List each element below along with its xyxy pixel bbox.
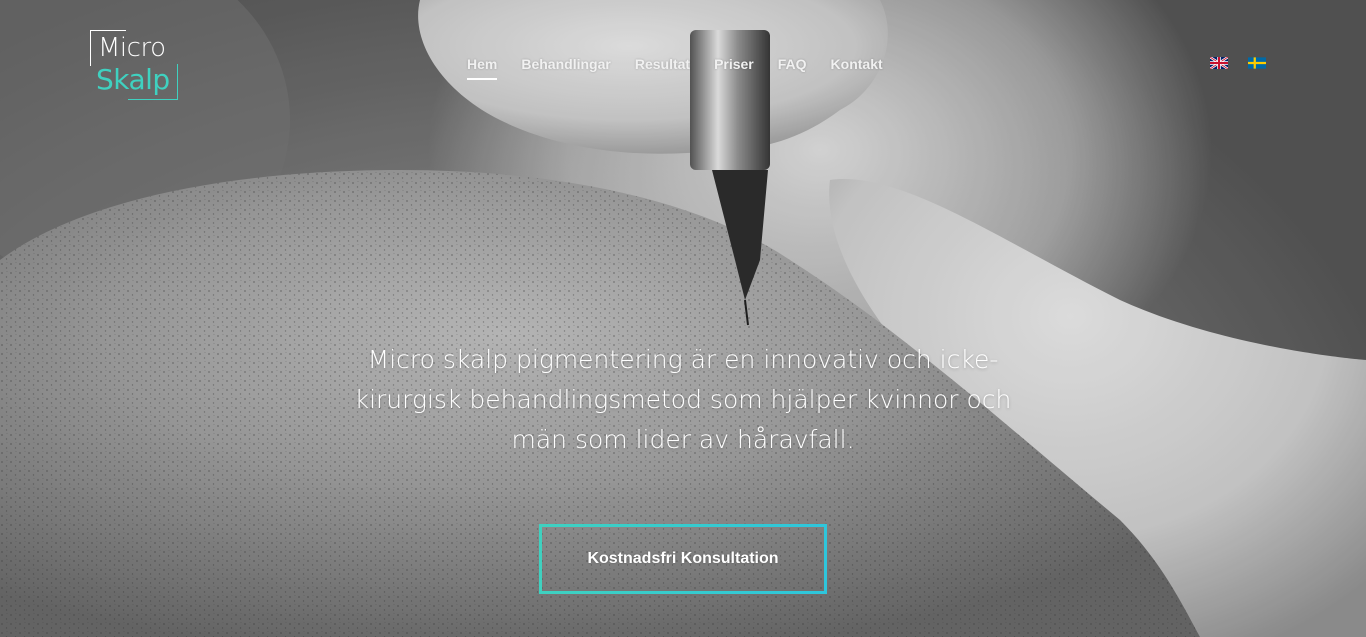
logo-text-micro: Micro (98, 33, 166, 63)
logo-frame-line (90, 30, 91, 66)
nav-item-kontakt[interactable]: Kontakt (831, 56, 883, 80)
nav-item-faq[interactable]: FAQ (778, 56, 807, 80)
hero-headline: Micro skalp pigmentering är en innovativ… (354, 345, 1012, 454)
main-navigation: Hem Behandlingar Resultat Priser FAQ Kon… (467, 56, 907, 80)
nav-item-resultat[interactable]: Resultat (635, 56, 690, 80)
nav-item-behandlingar[interactable]: Behandlingar (521, 56, 610, 80)
nav-item-hem[interactable]: Hem (467, 56, 498, 80)
language-switcher (1210, 57, 1266, 69)
nav-item-priser[interactable]: Priser (714, 56, 754, 80)
logo-frame-line (90, 30, 126, 31)
logo-frame-line (177, 64, 178, 100)
sweden-flag-icon[interactable] (1248, 57, 1266, 69)
logo-frame-line (128, 99, 178, 100)
logo-text-skalp: Skalp (96, 63, 170, 96)
free-consultation-button[interactable]: Kostnadsfri Konsultation (539, 524, 827, 594)
site-logo[interactable]: Micro Skalp (90, 30, 178, 100)
uk-flag-icon[interactable] (1210, 57, 1228, 69)
hero-section: Micro Skalp Hem Behandlingar Resultat Pr… (0, 0, 1366, 637)
